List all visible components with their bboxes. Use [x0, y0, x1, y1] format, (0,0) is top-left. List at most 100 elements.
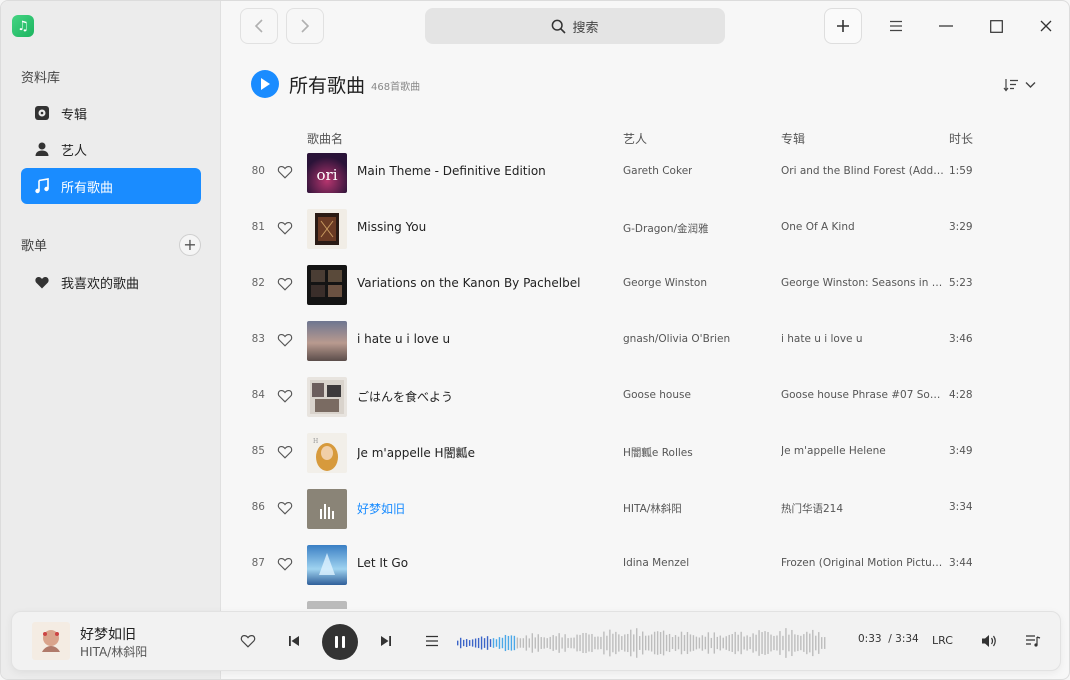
song-album[interactable]: i hate u i love u [781, 333, 945, 345]
now-playing-artist[interactable]: HITA/林斜阳 [80, 643, 147, 660]
heart-outline-icon[interactable] [277, 388, 293, 404]
waveform-bar [537, 634, 539, 652]
heart-outline-icon[interactable] [277, 220, 293, 236]
song-album[interactable]: Ori and the Blind Forest (Additional Sou… [781, 165, 945, 177]
waveform-bar [471, 639, 474, 647]
waveform-bar [824, 637, 826, 649]
song-row[interactable]: 84 ごはんを食べよう Goose house Goose house Phra… [241, 369, 1051, 425]
heart-outline-icon[interactable] [277, 556, 293, 572]
waveform-bar [555, 636, 557, 650]
waveform-bar [489, 639, 492, 647]
play-icon [261, 78, 270, 90]
song-duration: 3:44 [949, 557, 973, 569]
sidebar-item-artists[interactable]: 艺人 [21, 131, 201, 167]
forward-button[interactable] [286, 8, 324, 44]
song-album[interactable]: One Of A Kind [781, 221, 945, 233]
song-title: Main Theme - Definitive Edition [357, 164, 546, 178]
waveform-bar [624, 634, 626, 652]
add-button[interactable] [824, 8, 862, 44]
song-album[interactable]: Frozen (Original Motion Picture Soundtra… [781, 557, 945, 569]
song-duration: 3:49 [949, 445, 973, 457]
maximize-button[interactable] [983, 13, 1009, 39]
song-artist[interactable]: Gareth Coker [623, 165, 692, 177]
now-playing-bars-icon [320, 504, 334, 519]
hamburger-icon [890, 20, 902, 32]
song-artist[interactable]: Goose house [623, 389, 691, 401]
heart-icon [33, 273, 51, 291]
song-artist[interactable]: gnash/Olivia O'Brien [623, 333, 730, 345]
like-button[interactable] [237, 630, 259, 652]
waveform-bar [644, 635, 647, 651]
search-bar[interactable]: 搜索 [425, 8, 725, 44]
song-album[interactable]: Goose house Phrase #07 Soundtrack [781, 389, 945, 401]
back-button[interactable] [240, 8, 278, 44]
waveform-bar [504, 634, 507, 652]
song-duration: 3:34 [949, 501, 973, 513]
waveform-bar [815, 635, 817, 651]
waveform-bar [719, 635, 721, 651]
song-row[interactable]: 80 ori Main Theme - Definitive Edition G… [241, 145, 1051, 201]
album-cover [307, 489, 347, 529]
waveform-progress[interactable] [457, 626, 827, 660]
now-playing-title: 好梦如旧 [80, 627, 136, 643]
song-title: Missing You [357, 220, 427, 234]
queue-button[interactable] [1022, 630, 1044, 652]
track-number: 81 [251, 221, 265, 233]
player-bar: 好梦如旧 HITA/林斜阳 0:33 / 3:34 LRC [11, 611, 1061, 671]
sidebar-item-liked-songs[interactable]: 我喜欢的歌曲 [21, 264, 201, 300]
waveform-bar [761, 632, 763, 654]
pause-button[interactable] [322, 624, 358, 660]
song-artist[interactable]: HITA/林斜阳 [623, 501, 682, 516]
waveform-bar [764, 631, 766, 655]
heart-outline-icon[interactable] [277, 500, 293, 516]
lyrics-button[interactable]: LRC [932, 634, 953, 647]
album-cover [307, 601, 347, 609]
volume-button[interactable] [978, 630, 1000, 652]
song-artist[interactable]: George Winston [623, 277, 707, 289]
skip-previous-icon [289, 636, 299, 646]
song-artist[interactable]: G-Dragon/金润雅 [623, 221, 709, 236]
song-artist[interactable]: Idina Menzel [623, 557, 689, 569]
heart-outline-icon[interactable] [277, 332, 293, 348]
heart-outline-icon[interactable] [277, 276, 293, 292]
sidebar-item-albums[interactable]: 专辑 [21, 95, 201, 131]
song-album[interactable]: Je m'appelle Helene [781, 445, 945, 457]
waveform-bar [797, 634, 799, 652]
song-album[interactable]: 热门华语214 [781, 501, 945, 516]
sidebar-item-label: 专辑 [61, 107, 88, 123]
library-section-title: 资料库 [21, 71, 61, 86]
waveform-bar [710, 637, 713, 649]
song-row[interactable]: 83 i hate u i love u gnash/Olivia O'Brie… [241, 313, 1051, 369]
next-button[interactable] [375, 630, 397, 652]
waveform-bar [513, 635, 516, 651]
album-cover [307, 265, 347, 305]
track-number: 83 [251, 333, 265, 345]
now-playing-cover[interactable] [32, 622, 70, 660]
waveform-bar [782, 635, 784, 651]
song-artist[interactable]: H闇瓤e Rolles [623, 445, 693, 460]
waveform-bar [525, 635, 528, 651]
playlist-queue-button[interactable] [421, 630, 443, 652]
play-all-button[interactable] [251, 70, 279, 98]
sidebar-item-all-songs[interactable]: 所有歌曲 [21, 168, 201, 204]
song-row[interactable]: 85 H Je m'appelle H闇瓤e H闇瓤e Rolles Je m'… [241, 425, 1051, 481]
song-row[interactable]: 87 Let It Go Idina Menzel Frozen (Origin… [241, 537, 1051, 593]
waveform-bar [668, 633, 671, 653]
sort-button[interactable] [1003, 75, 1045, 95]
song-row[interactable]: 86 好梦如旧 HITA/林斜阳 热门华语214 3:34 [241, 481, 1051, 537]
song-row[interactable]: 81 Missing You G-Dragon/金润雅 One Of A Kin… [241, 201, 1051, 257]
waveform-bar [615, 631, 617, 655]
current-time: 0:33 [858, 633, 882, 645]
waveform-bar [576, 634, 578, 652]
song-album[interactable]: George Winston: Seasons in Concert [781, 277, 945, 289]
song-row[interactable]: 82 Variations on the Kanon By Pachelbel … [241, 257, 1051, 313]
heart-outline-icon[interactable] [277, 164, 293, 180]
previous-button[interactable] [283, 630, 305, 652]
heart-outline-icon[interactable] [277, 444, 293, 460]
waveform-bar [653, 631, 656, 655]
plus-icon [837, 20, 849, 32]
menu-button[interactable] [883, 13, 909, 39]
close-button[interactable] [1033, 13, 1059, 39]
minimize-button[interactable] [933, 13, 959, 39]
add-playlist-button[interactable]: + [179, 234, 201, 256]
